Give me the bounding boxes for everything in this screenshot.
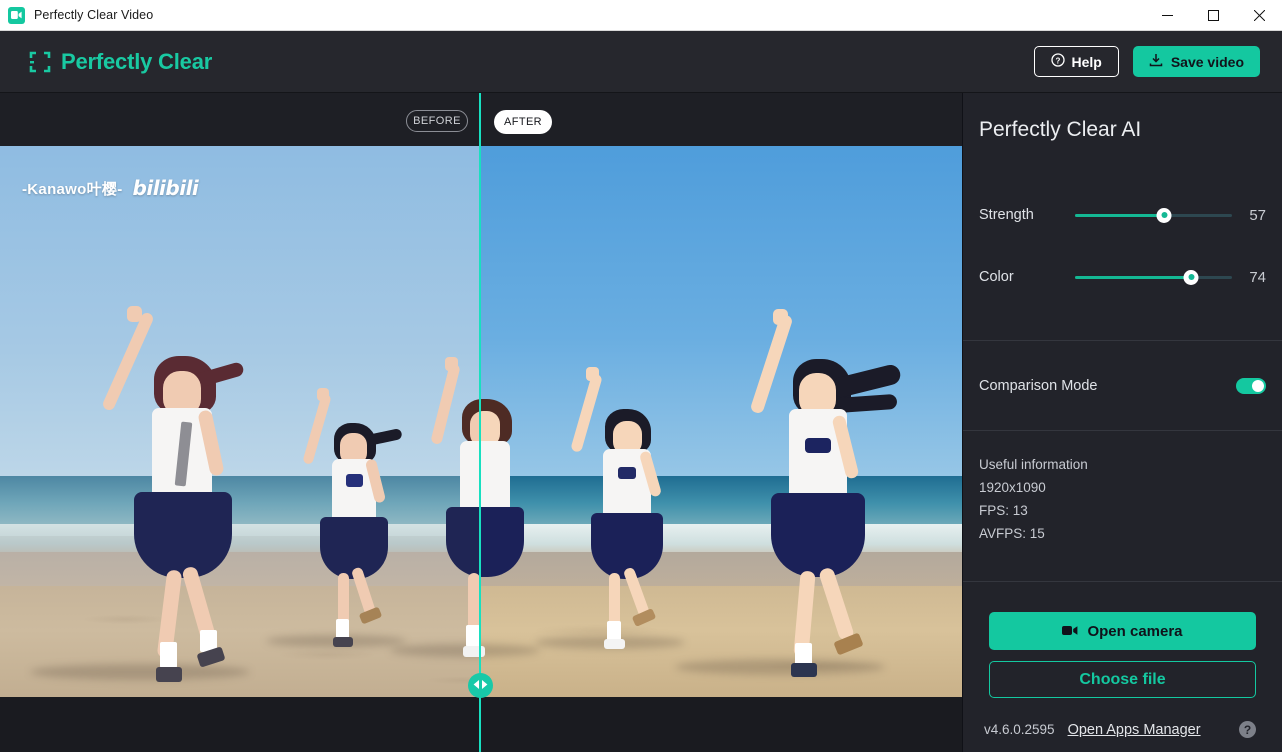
download-icon	[1149, 53, 1163, 70]
open-camera-label: Open camera	[1087, 622, 1183, 640]
video-camera-icon	[1062, 623, 1078, 640]
dancer-figure	[266, 347, 406, 647]
settings-sidebar: Perfectly Clear AI Strength 57 Color 74 …	[962, 93, 1282, 752]
left-right-arrows-icon	[472, 677, 489, 695]
before-toggle[interactable]: BEFORE	[406, 110, 468, 132]
brand-name: Perfectly Clear	[61, 48, 213, 74]
dancer-figure	[480, 317, 540, 657]
maximize-button[interactable]	[1190, 0, 1236, 31]
info-fps: FPS: 13	[979, 503, 1028, 518]
window-title-bar: Perfectly Clear Video	[0, 0, 1282, 31]
app-header: Perfectly Clear ? Help Save video	[0, 31, 1282, 93]
after-toggle[interactable]: AFTER	[494, 110, 552, 134]
dancer-figure	[535, 329, 685, 649]
help-button[interactable]: ? Help	[1033, 46, 1119, 77]
actions-block: Open camera Choose file	[963, 582, 1282, 698]
comparison-mode-row: Comparison Mode	[963, 341, 1282, 430]
dancer-figure	[390, 317, 480, 657]
comparison-divider-handle[interactable]	[468, 673, 493, 698]
version-text: v4.6.0.2595	[984, 722, 1055, 737]
help-question-icon[interactable]: ?	[1239, 721, 1256, 738]
brackets-logo-icon	[29, 51, 51, 73]
open-apps-manager-link[interactable]: Open Apps Manager	[1068, 722, 1201, 738]
color-slider-fill	[1075, 275, 1192, 279]
bilibili-logo: bilibili	[132, 176, 199, 200]
strength-slider-knob[interactable]	[1156, 207, 1172, 223]
strength-slider-fill	[1075, 213, 1165, 217]
strength-slider-row: Strength 57	[963, 194, 1282, 236]
save-video-button[interactable]: Save video	[1132, 46, 1260, 77]
dancer-figure	[675, 257, 910, 677]
info-resolution: 1920x1090	[979, 480, 1046, 495]
question-circle-icon: ?	[1050, 53, 1065, 70]
strength-label: Strength	[979, 207, 1034, 223]
info-avfps: AVFPS: 15	[979, 526, 1045, 541]
video-watermark: -Kanawo叶樱- bilibili	[22, 176, 199, 200]
comparison-mode-toggle[interactable]	[1236, 377, 1266, 394]
color-slider[interactable]	[1075, 267, 1232, 287]
header-actions: ? Help Save video	[1033, 46, 1260, 77]
open-camera-button[interactable]: Open camera	[989, 612, 1256, 650]
video-camera-icon	[8, 6, 25, 24]
window-title: Perfectly Clear Video	[34, 8, 154, 22]
choose-file-button[interactable]: Choose file	[989, 661, 1256, 698]
after-image-half	[480, 146, 962, 697]
dancer-figure	[30, 262, 280, 682]
strength-value: 57	[1249, 206, 1266, 224]
save-video-label: Save video	[1170, 53, 1244, 70]
video-stage[interactable]: -Kanawo叶樱- bilibili	[0, 146, 962, 697]
color-slider-row: Color 74	[963, 256, 1282, 298]
comparison-mode-label: Comparison Mode	[979, 377, 1098, 394]
comparison-divider-line[interactable]	[479, 93, 481, 752]
useful-information-block: Useful information 1920x1090 FPS: 13 AVF…	[963, 431, 1282, 581]
brand-logo: Perfectly Clear	[29, 49, 212, 75]
svg-text:?: ?	[1055, 56, 1060, 65]
minimize-button[interactable]	[1144, 0, 1190, 31]
watermark-text: -Kanawo叶樱-	[22, 180, 123, 198]
help-button-label: Help	[1071, 53, 1102, 70]
before-image-half: -Kanawo叶樱- bilibili	[0, 146, 480, 697]
video-viewer: BEFORE AFTER -Kanawo叶樱- bilibili	[0, 93, 962, 752]
color-label: Color	[979, 269, 1014, 285]
compare-toolbar: BEFORE AFTER	[0, 93, 962, 146]
strength-slider[interactable]	[1075, 205, 1232, 225]
info-heading: Useful information	[979, 457, 1088, 472]
sidebar-footer: v4.6.0.2595 Open Apps Manager ?	[963, 698, 1282, 738]
color-slider-knob[interactable]	[1183, 269, 1199, 285]
window-controls	[1144, 0, 1282, 31]
panel-title: Perfectly Clear AI	[979, 118, 1142, 141]
close-button[interactable]	[1236, 0, 1282, 31]
color-value: 74	[1249, 268, 1266, 286]
